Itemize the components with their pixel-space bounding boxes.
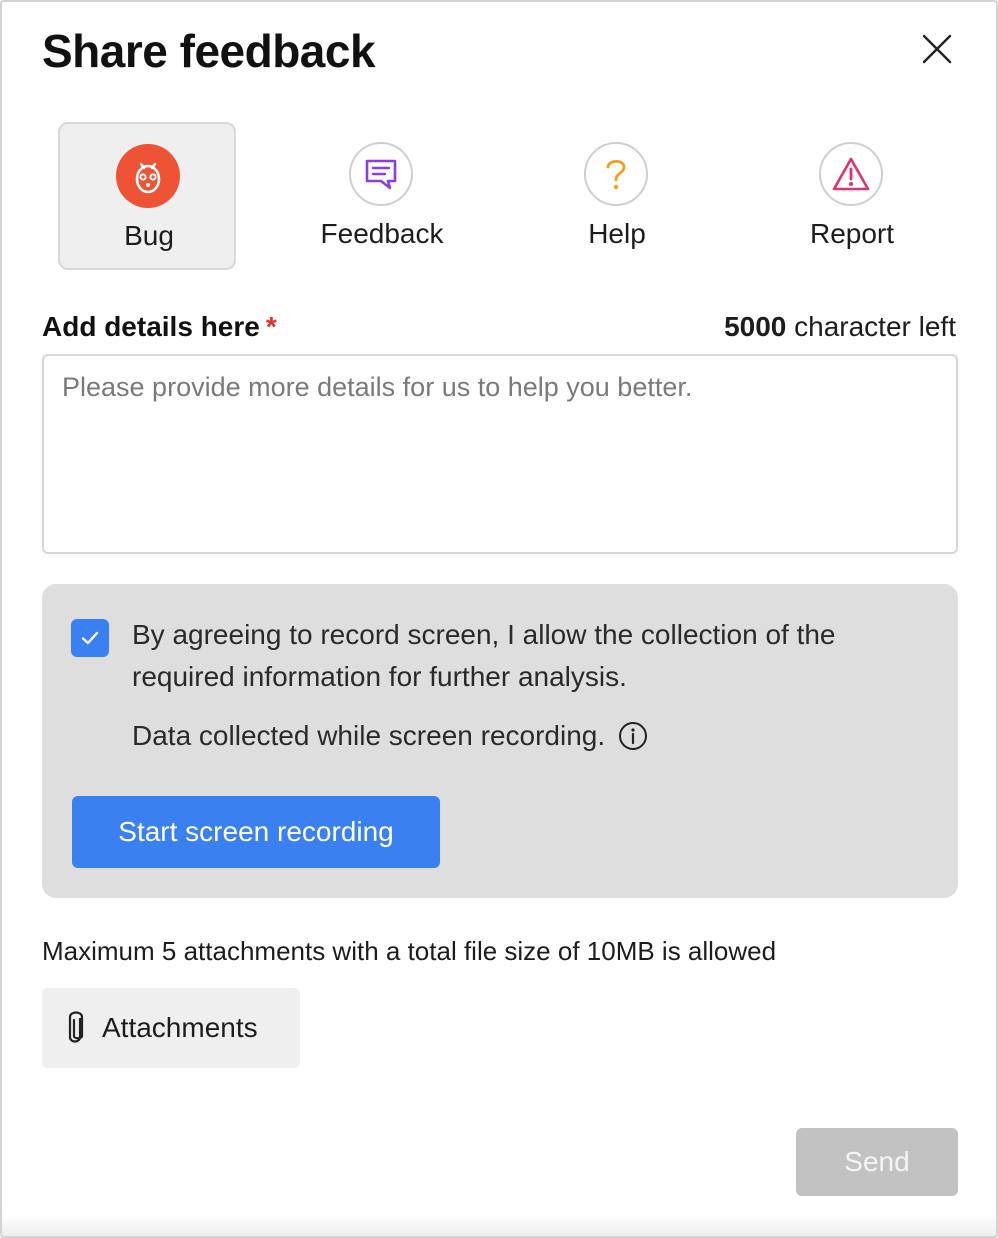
share-feedback-dialog: Share feedback Bug Feedback Help Report … bbox=[0, 0, 998, 1238]
type-bug-label: Bug bbox=[124, 220, 174, 251]
feedback-icon-circle bbox=[349, 142, 413, 206]
close-icon bbox=[922, 34, 952, 64]
data-collected-text: Data collected while screen recording. bbox=[132, 720, 606, 751]
character-counter: 5000 character left bbox=[724, 311, 956, 343]
type-feedback-tile[interactable]: Feedback bbox=[293, 122, 471, 270]
help-icon-circle bbox=[584, 142, 648, 206]
attachments-button[interactable]: Attachments bbox=[42, 988, 300, 1068]
details-label: Add details here * bbox=[42, 311, 277, 343]
character-counter-suffix: character left bbox=[794, 311, 956, 342]
attachments-note: Maximum 5 attachments with a total file … bbox=[42, 936, 777, 966]
chat-icon bbox=[365, 159, 397, 190]
warning-icon bbox=[832, 157, 870, 191]
record-consent-text: By agreeing to record screen, I allow th… bbox=[132, 619, 836, 692]
paperclip-icon bbox=[68, 1011, 84, 1043]
close-button[interactable] bbox=[914, 26, 960, 72]
report-icon-circle bbox=[819, 142, 883, 206]
dialog-title: Share feedback bbox=[42, 25, 376, 77]
type-report-label: Report bbox=[809, 218, 895, 249]
type-help-tile[interactable]: Help bbox=[528, 122, 706, 270]
type-bug-tile[interactable]: Bug bbox=[58, 122, 236, 270]
data-collected-row: Data collected while screen recording. bbox=[132, 720, 649, 752]
bug-icon-circle bbox=[116, 144, 180, 208]
screen-recording-panel: By agreeing to record screen, I allow th… bbox=[42, 584, 958, 898]
required-mark: * bbox=[265, 311, 277, 342]
type-feedback-label: Feedback bbox=[320, 218, 444, 249]
type-help-label: Help bbox=[588, 218, 646, 249]
question-icon bbox=[606, 159, 626, 190]
details-label-text: Add details here bbox=[42, 311, 260, 342]
type-report-tile[interactable]: Report bbox=[763, 122, 941, 270]
details-textarea[interactable] bbox=[42, 354, 958, 554]
record-consent-checkbox[interactable] bbox=[71, 619, 109, 657]
send-button[interactable]: Send bbox=[796, 1128, 958, 1196]
bug-icon bbox=[135, 162, 161, 194]
character-count: 5000 bbox=[724, 311, 787, 342]
attachments-button-label: Attachments bbox=[102, 1012, 258, 1043]
bottom-shadow bbox=[2, 1214, 996, 1236]
feedback-type-selector: Bug Feedback Help Report bbox=[58, 122, 958, 272]
start-screen-recording-button[interactable]: Start screen recording bbox=[72, 796, 440, 868]
checkmark-icon bbox=[81, 631, 99, 645]
info-icon[interactable] bbox=[617, 720, 649, 752]
